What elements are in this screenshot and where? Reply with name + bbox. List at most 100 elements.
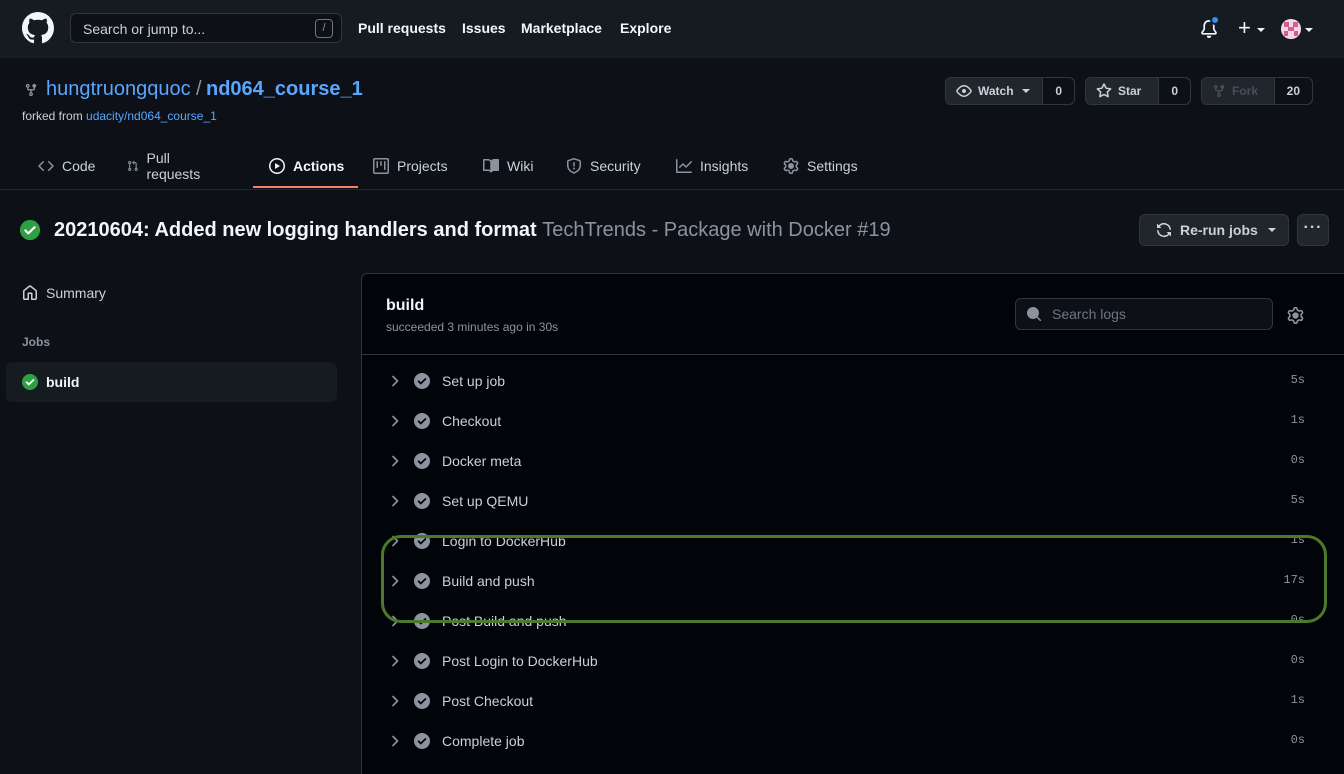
job-step-row[interactable]: Login to DockerHub 1s	[362, 521, 1344, 561]
job-log-header: build succeeded 3 minutes ago in 30s Sea…	[362, 274, 1344, 355]
job-log-panel: build succeeded 3 minutes ago in 30s Sea…	[361, 273, 1344, 774]
tab-security-label: Security	[590, 158, 641, 174]
step-name: Docker meta	[442, 453, 522, 469]
sidebar-summary-link[interactable]: Summary	[22, 285, 106, 301]
fork-button[interactable]: Fork	[1202, 78, 1275, 104]
sync-icon	[1157, 223, 1171, 237]
book-icon	[483, 158, 499, 173]
step-name: Complete job	[442, 733, 525, 749]
star-count[interactable]: 0	[1159, 78, 1190, 104]
tab-insights[interactable]: Insights	[676, 142, 748, 190]
more-options-button[interactable]: ···	[1297, 214, 1329, 246]
sidebar-summary-label: Summary	[46, 285, 106, 301]
rerun-caret-icon	[1267, 228, 1276, 232]
step-name: Login to DockerHub	[442, 533, 566, 549]
step-success-check-icon	[414, 613, 430, 629]
star-label: Star	[1118, 84, 1142, 98]
step-name: Post Login to DockerHub	[442, 653, 598, 669]
tab-actions[interactable]: Actions	[269, 142, 344, 190]
user-menu-caret-icon[interactable]	[1305, 28, 1313, 32]
create-menu-caret-icon[interactable]	[1257, 28, 1265, 32]
step-success-check-icon	[414, 373, 430, 389]
tab-settings-label: Settings	[807, 158, 858, 174]
chevron-right-icon	[392, 695, 399, 707]
sidebar-job-build[interactable]: build	[6, 362, 337, 402]
github-logo-icon[interactable]	[22, 12, 54, 44]
rerun-jobs-button[interactable]: Re-run jobs	[1139, 214, 1289, 246]
graph-icon	[676, 159, 692, 173]
tab-code-label: Code	[62, 158, 96, 174]
chevron-right-icon	[392, 375, 399, 387]
repo-owner-link[interactable]: hungtruongquoc	[46, 78, 191, 101]
job-step-row[interactable]: Set up job 5s	[362, 361, 1344, 401]
global-search-input[interactable]: Search or jump to... /	[70, 13, 342, 43]
repo-name-link[interactable]: nd064_course_1	[206, 78, 363, 101]
watch-label: Watch	[978, 84, 1014, 98]
job-step-row[interactable]: Post Checkout 1s	[362, 681, 1344, 721]
step-name: Post Checkout	[442, 693, 534, 709]
step-duration: 1s	[1290, 693, 1305, 707]
tab-projects-label: Projects	[397, 158, 448, 174]
watch-caret-icon	[1021, 89, 1030, 93]
repository-header: hungtruongquoc / nd064_course_1 forked f…	[0, 58, 1344, 190]
chevron-right-icon	[392, 615, 399, 627]
job-step-row[interactable]: Checkout 1s	[362, 401, 1344, 441]
nav-marketplace[interactable]: Marketplace	[521, 20, 602, 36]
step-success-check-icon	[414, 453, 430, 469]
code-icon	[38, 160, 54, 172]
job-step-row[interactable]: Post Build and push 0s	[362, 601, 1344, 641]
keyboard-shortcut-hint: /	[315, 19, 333, 38]
watch-button[interactable]: Watch	[946, 78, 1044, 104]
play-icon	[269, 158, 285, 174]
job-step-row[interactable]: Post Login to DockerHub 0s	[362, 641, 1344, 681]
shield-icon	[567, 158, 581, 174]
chevron-right-icon	[392, 735, 399, 747]
nav-pull-requests[interactable]: Pull requests	[358, 20, 446, 36]
log-settings-gear-icon[interactable]	[1287, 307, 1304, 324]
tab-code[interactable]: Code	[38, 142, 95, 190]
watch-count[interactable]: 0	[1043, 78, 1074, 104]
rerun-jobs-label: Re-run jobs	[1180, 222, 1258, 238]
success-check-circle-icon	[19, 219, 41, 241]
step-success-check-icon	[414, 413, 430, 429]
eye-icon	[956, 85, 972, 97]
search-logs-input[interactable]: Search logs	[1015, 298, 1273, 330]
tab-wiki[interactable]: Wiki	[483, 142, 533, 190]
nav-issues[interactable]: Issues	[462, 20, 506, 36]
search-icon	[1027, 307, 1042, 322]
step-duration: 0s	[1290, 613, 1305, 627]
job-step-row[interactable]: Docker meta 0s	[362, 441, 1344, 481]
workflow-run-title: 20210604: Added new logging handlers and…	[54, 219, 891, 242]
job-step-row[interactable]: Set up QEMU 5s	[362, 481, 1344, 521]
tab-settings[interactable]: Settings	[783, 142, 858, 190]
fork-icon	[1213, 84, 1225, 98]
sidebar-job-build-label: build	[46, 374, 80, 390]
chevron-right-icon	[392, 535, 399, 547]
star-button[interactable]: Star	[1086, 78, 1160, 104]
tab-security[interactable]: Security	[566, 142, 641, 190]
project-icon	[373, 158, 389, 174]
chevron-right-icon	[392, 575, 399, 587]
job-name: build	[386, 297, 425, 314]
watch-button-group: Watch 0	[945, 77, 1075, 105]
tab-projects[interactable]: Projects	[373, 142, 448, 190]
step-duration: 1s	[1290, 533, 1305, 547]
step-name: Build and push	[442, 573, 535, 589]
tab-pull-requests[interactable]: Pull requests	[127, 142, 205, 190]
user-avatar[interactable]	[1281, 19, 1301, 39]
forked-from-link[interactable]: udacity/nd064_course_1	[86, 109, 217, 123]
run-commit-message: 20210604: Added new logging handlers and…	[54, 219, 537, 241]
step-duration: 5s	[1290, 493, 1305, 507]
step-duration: 1s	[1290, 413, 1305, 427]
step-duration: 5s	[1290, 373, 1305, 387]
create-new-plus-icon[interactable]: +	[1238, 16, 1251, 40]
chevron-right-icon	[392, 455, 399, 467]
job-status-text: succeeded 3 minutes ago in 30s	[386, 320, 559, 334]
job-step-row[interactable]: Build and push 17s	[362, 561, 1344, 601]
forked-from-label: forked from	[22, 109, 83, 123]
active-tab-indicator	[253, 186, 358, 188]
fork-count[interactable]: 20	[1274, 78, 1312, 104]
nav-explore[interactable]: Explore	[620, 20, 671, 36]
step-success-check-icon	[414, 653, 430, 669]
job-step-row[interactable]: Complete job 0s	[362, 721, 1344, 761]
